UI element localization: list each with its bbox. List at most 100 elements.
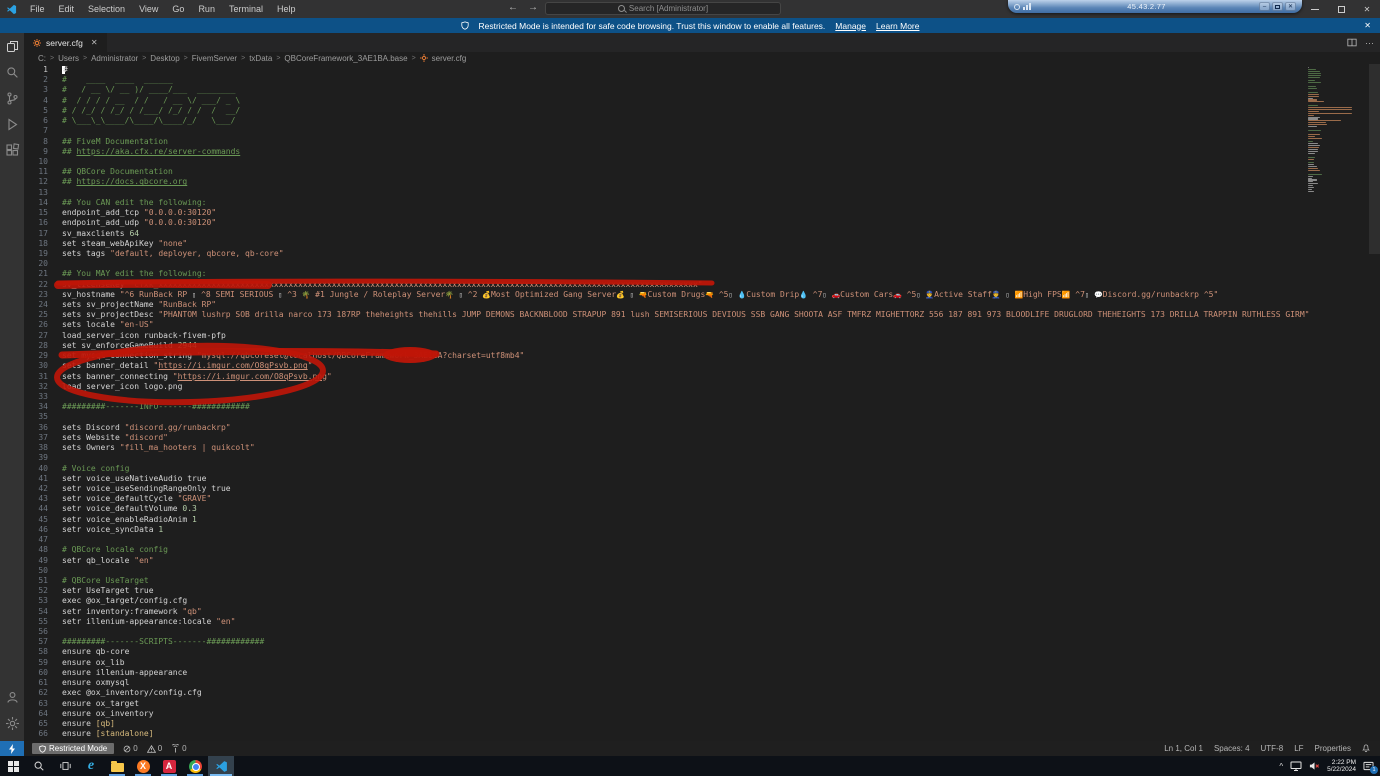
code-line[interactable]: 5 # / /_/ / /_/ / /___/ /_/ / / / __/ <box>0 106 1380 116</box>
code-line[interactable]: 21 ## You MAY edit the following: <box>0 269 1380 279</box>
code-line[interactable]: 10 <box>0 157 1380 167</box>
banner-close-icon[interactable]: ✕ <box>1364 21 1371 30</box>
start-button[interactable] <box>0 756 26 776</box>
back-icon[interactable]: ← <box>508 2 518 13</box>
rdp-minimize-button[interactable]: – <box>1259 2 1270 11</box>
code-line[interactable]: 11 ## QBCore Documentation <box>0 167 1380 177</box>
code-line[interactable]: 13 <box>0 188 1380 198</box>
breadcrumb-item[interactable]: txData <box>249 54 272 63</box>
code-line[interactable]: 1 # <box>0 65 1380 75</box>
code-line[interactable]: 38 sets Owners "fill_ma_hooters | quikcol… <box>0 443 1380 453</box>
code-line[interactable]: 63 ensure ox_target <box>0 699 1380 709</box>
code-line[interactable]: 47 <box>0 535 1380 545</box>
code-line[interactable]: 50 <box>0 566 1380 576</box>
code-line[interactable]: 34 #########-------INFO-------###########… <box>0 402 1380 412</box>
warnings-indicator[interactable]: 0 <box>146 744 162 753</box>
network-display-icon[interactable] <box>1290 761 1302 771</box>
hidden-icons-chevron[interactable]: ^ <box>1279 762 1283 771</box>
code-line[interactable]: 12 ## https://docs.qbcore.org <box>0 177 1380 187</box>
code-line[interactable]: 49 setr qb_locale "en" <box>0 556 1380 566</box>
source-control-icon[interactable] <box>5 91 20 106</box>
code-line[interactable]: 40 # Voice config <box>0 464 1380 474</box>
code-line[interactable]: 65 ensure [qb] <box>0 719 1380 729</box>
code-line[interactable]: 45 setr voice_enableRadioAnim 1 <box>0 515 1380 525</box>
tab-close-icon[interactable]: ✕ <box>91 38 98 47</box>
breadcrumb-item[interactable]: Desktop <box>150 54 179 63</box>
internet-explorer-button[interactable]: e <box>78 756 104 776</box>
xampp-button[interactable]: X <box>130 756 156 776</box>
code-line[interactable]: 20 <box>0 259 1380 269</box>
menu-terminal[interactable]: Terminal <box>223 2 269 16</box>
code-line[interactable]: 25 sets sv_projectDesc "PHANTOM lushrp SO… <box>0 310 1380 320</box>
code-line[interactable]: 14 ## You CAN edit the following: <box>0 198 1380 208</box>
code-line[interactable]: 35 <box>0 412 1380 422</box>
menu-help[interactable]: Help <box>271 2 302 16</box>
breadcrumb-item[interactable]: QBCoreFramework_3AE1BA.base <box>284 54 407 63</box>
code-line[interactable]: 15 endpoint_add_tcp "0.0.0.0:30120" <box>0 208 1380 218</box>
code-line[interactable]: 58 ensure qb-core <box>0 647 1380 657</box>
code-line[interactable]: 4 # / / / / __ / / / __ \/ ___/ _ \ <box>0 96 1380 106</box>
code-line[interactable]: 46 setr voice_syncData 1 <box>0 525 1380 535</box>
code-line[interactable]: 56 <box>0 627 1380 637</box>
code-line[interactable]: 57 #########-------SCRIPTS-------########… <box>0 637 1380 647</box>
code-line[interactable]: 44 setr voice_defaultVolume 0.3 <box>0 504 1380 514</box>
menu-selection[interactable]: Selection <box>82 2 131 16</box>
tab-server-cfg[interactable]: server.cfg ✕ <box>24 33 107 52</box>
ports-indicator[interactable]: 0 <box>171 744 187 753</box>
code-line[interactable]: 60 ensure illenium-appearance <box>0 668 1380 678</box>
explorer-icon[interactable] <box>5 39 20 54</box>
split-editor-icon[interactable] <box>1347 38 1357 47</box>
code-line[interactable]: 52 setr UseTarget true <box>0 586 1380 596</box>
volume-muted-icon[interactable] <box>1309 761 1320 771</box>
menu-file[interactable]: File <box>24 2 51 16</box>
code-line[interactable]: 55 setr illenium-appearance:locale "en" <box>0 617 1380 627</box>
language-mode[interactable]: Properties <box>1315 744 1351 753</box>
code-line[interactable]: 62 exec @ox_inventory/config.cfg <box>0 688 1380 698</box>
code-line[interactable]: 64 ensure ox_inventory <box>0 709 1380 719</box>
account-icon[interactable] <box>5 690 20 705</box>
menu-run[interactable]: Run <box>192 2 221 16</box>
task-view-button[interactable] <box>52 756 78 776</box>
code-line[interactable]: 30 sets banner_detail "https://i.imgur.co… <box>0 361 1380 371</box>
more-actions-icon[interactable]: ··· <box>1365 38 1374 48</box>
code-line[interactable]: 16 endpoint_add_udp "0.0.0.0:30120" <box>0 218 1380 228</box>
eol-sequence[interactable]: LF <box>1294 744 1303 753</box>
code-line[interactable]: 37 sets Website "discord" <box>0 433 1380 443</box>
app-a-button[interactable]: A <box>156 756 182 776</box>
encoding[interactable]: UTF-8 <box>1261 744 1284 753</box>
errors-indicator[interactable]: 0 <box>123 744 138 753</box>
chrome-button[interactable] <box>182 756 208 776</box>
code-line[interactable]: 53 exec @ox_target/config.cfg <box>0 596 1380 606</box>
minimap[interactable] <box>1308 66 1354 193</box>
close-button[interactable]: ✕ <box>1354 0 1380 18</box>
run-debug-icon[interactable] <box>5 117 20 132</box>
extensions-icon[interactable] <box>5 143 20 158</box>
code-editor[interactable]: 1 #2 # ____ ____ ______ 3 # / __ \/ __ )/ __… <box>0 64 1380 741</box>
code-line[interactable]: 17 sv_maxclients 64 <box>0 229 1380 239</box>
code-line[interactable]: 18 set steam_webApiKey "none" <box>0 239 1380 249</box>
breadcrumb-item[interactable]: FivemServer <box>192 54 237 63</box>
code-line[interactable]: 3 # / __ \/ __ )/ ____/___ ________ <box>0 85 1380 95</box>
code-line[interactable]: 43 setr voice_defaultCycle "GRAVE" <box>0 494 1380 504</box>
code-line[interactable]: 36 sets Discord "discord.gg/runbackrp" <box>0 423 1380 433</box>
code-line[interactable]: 7 <box>0 126 1380 136</box>
search-input[interactable]: Search [Administrator] <box>545 2 781 15</box>
file-explorer-button[interactable] <box>104 756 130 776</box>
maximize-button[interactable] <box>1328 0 1354 18</box>
code-line[interactable]: 19 sets tags "default, deployer, qbcore, … <box>0 249 1380 259</box>
restricted-mode-status[interactable]: Restricted Mode <box>32 743 115 754</box>
code-line[interactable]: 9 ## https://aka.cfx.re/server-commands <box>0 147 1380 157</box>
rdp-restore-button[interactable] <box>1272 2 1283 11</box>
scrollbar[interactable] <box>1369 64 1380 254</box>
manage-link[interactable]: Manage <box>835 21 866 31</box>
action-center-button[interactable]: 1 <box>1363 761 1378 774</box>
code-line[interactable]: 2 # ____ ____ ______ <box>0 75 1380 85</box>
code-line[interactable]: 51 # QBCore UseTarget <box>0 576 1380 586</box>
rdp-connection-bar[interactable]: 45.43.2.77 – ✕ <box>1008 0 1302 13</box>
code-line[interactable]: 22 sv_licenseKey "cfxk_xxxxxxxxxxxxxxxxxx… <box>0 280 1380 290</box>
menu-view[interactable]: View <box>133 2 164 16</box>
code-line[interactable]: 27 load_server_icon runback-fivem-pfp <box>0 331 1380 341</box>
breadcrumb-item[interactable]: Users <box>58 54 79 63</box>
menu-edit[interactable]: Edit <box>53 2 81 16</box>
vscode-taskbar-button[interactable] <box>208 756 234 776</box>
